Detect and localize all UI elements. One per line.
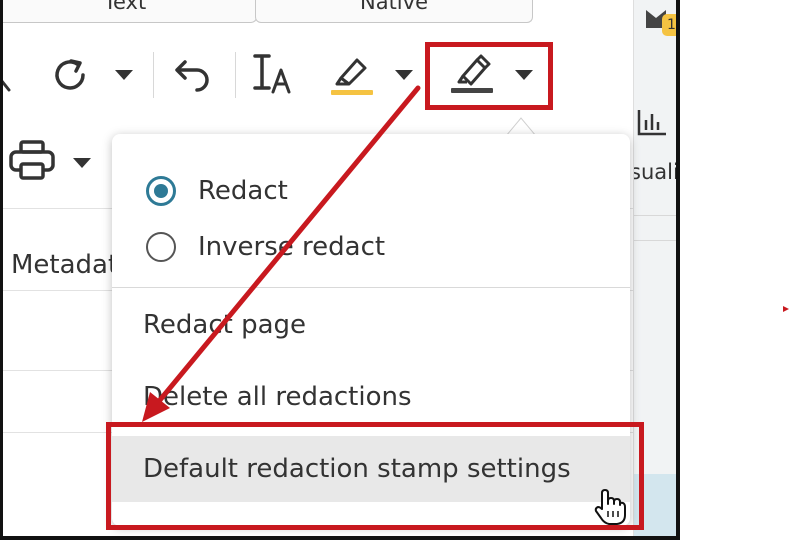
annotation-marker: [783, 306, 789, 312]
hand-cursor-icon: [594, 489, 626, 525]
annotation-arrow: [142, 85, 421, 422]
